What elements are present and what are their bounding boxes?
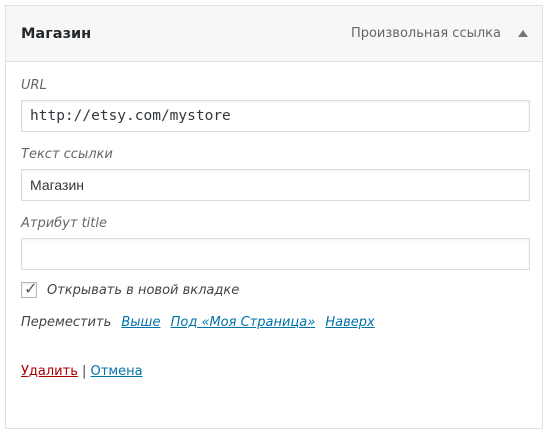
menu-item-settings: URL Текст ссылки Атрибут title ✓ Открыва… bbox=[6, 62, 542, 379]
new-tab-option: ✓ Открывать в новой вкладке bbox=[21, 279, 528, 298]
new-tab-label: Открывать в новой вкладке bbox=[47, 282, 240, 298]
cancel-link[interactable]: Отмена bbox=[91, 364, 143, 379]
title-attr-field-group: Атрибут title bbox=[21, 216, 530, 270]
link-text-field-group: Текст ссылки bbox=[21, 147, 530, 201]
title-attr-label: Атрибут title bbox=[21, 216, 107, 231]
url-label: URL bbox=[21, 78, 47, 93]
move-under-link[interactable]: Под «Моя Страница» bbox=[171, 315, 316, 330]
title-attr-input[interactable] bbox=[21, 238, 530, 270]
move-label: Переместить bbox=[21, 315, 112, 330]
url-field-group: URL bbox=[21, 78, 530, 132]
menu-item-type: Произвольная ссылка bbox=[350, 26, 501, 41]
menu-item-panel: Магазин Произвольная ссылка URL Текст сс… bbox=[5, 5, 543, 429]
url-input[interactable] bbox=[21, 100, 530, 132]
menu-item-header[interactable]: Магазин Произвольная ссылка bbox=[6, 6, 542, 62]
move-controls: Переместить Выше Под «Моя Страница» Наве… bbox=[21, 315, 528, 330]
menu-item-title: Магазин bbox=[21, 25, 92, 42]
checkmark-icon: ✓ bbox=[24, 279, 38, 298]
actions-separator: | bbox=[82, 364, 87, 379]
delete-link[interactable]: Удалить bbox=[21, 364, 78, 379]
move-up-link[interactable]: Выше bbox=[121, 315, 160, 330]
link-text-label: Текст ссылки bbox=[21, 147, 113, 162]
collapse-arrow-icon[interactable] bbox=[518, 30, 528, 37]
item-actions: Удалить | Отмена bbox=[21, 364, 528, 379]
link-text-input[interactable] bbox=[21, 169, 530, 201]
move-top-link[interactable]: Наверх bbox=[325, 315, 374, 330]
new-tab-checkbox[interactable]: ✓ bbox=[21, 279, 38, 298]
